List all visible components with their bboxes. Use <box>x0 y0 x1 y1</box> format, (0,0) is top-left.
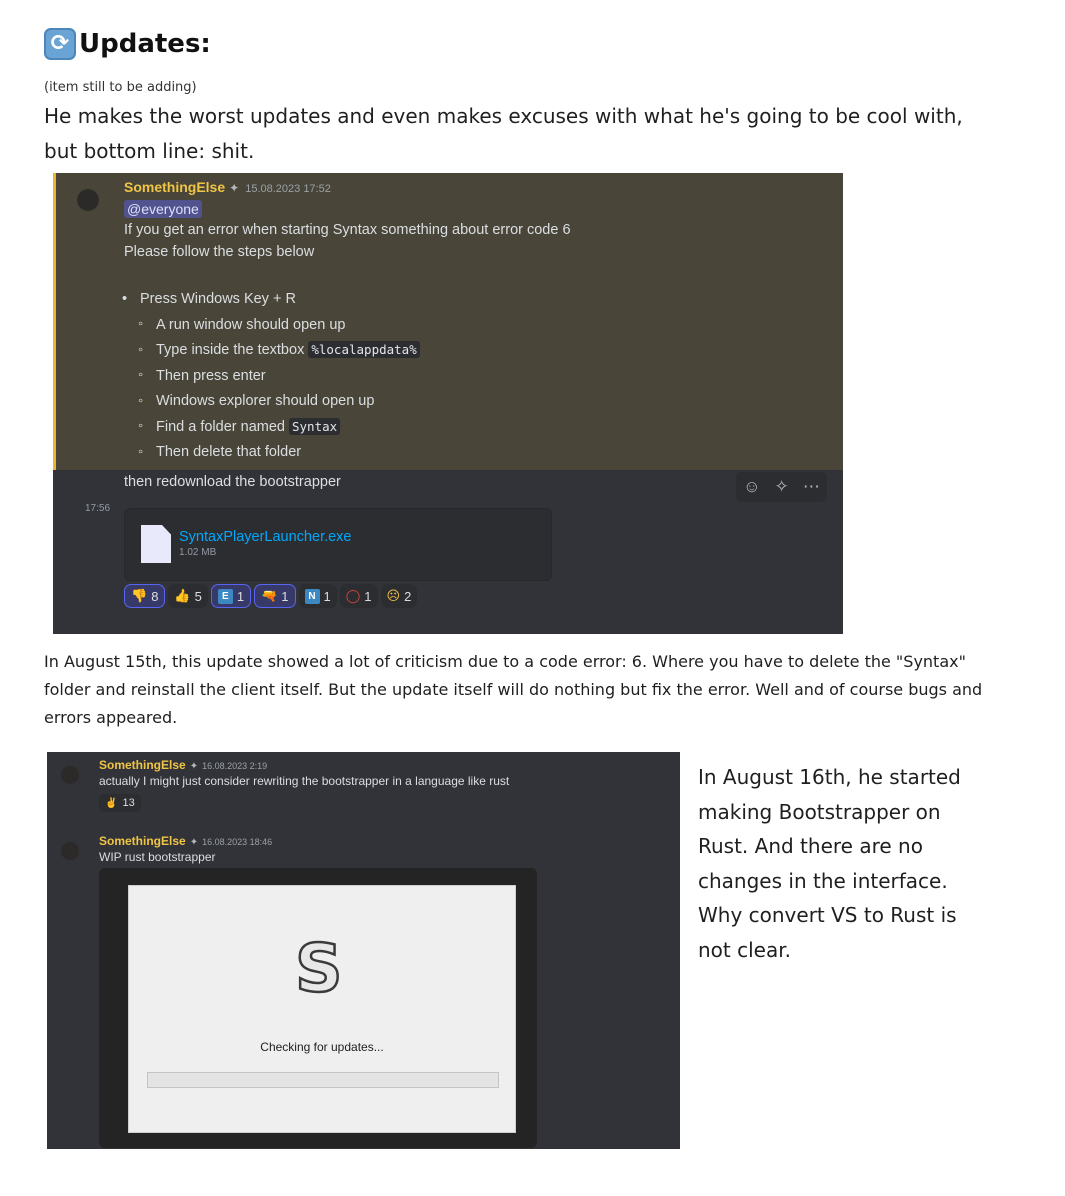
attachment-name[interactable]: SyntaxPlayerLauncher.exe <box>179 529 352 545</box>
more-options-icon[interactable]: ⋯ <box>803 477 820 497</box>
frowning-face-icon: ☹ <box>386 588 401 603</box>
pinching-hand-icon: ✌ <box>105 797 118 809</box>
list-item: Type inside the textbox %localappdata% <box>156 341 420 358</box>
inline-code: Syntax <box>289 418 341 435</box>
role-badge-icon: ✦ <box>229 181 240 195</box>
message-header: SomethingElse ✦ 15.08.2023 17:52 <box>124 179 331 197</box>
message-header: SomethingElse ✦ 16.08.2023 2:19 <box>99 756 267 774</box>
role-badge-icon: ✦ <box>189 761 199 772</box>
reaction-count: 1 <box>364 588 372 604</box>
file-attachment[interactable]: SyntaxPlayerLauncher.exe 1.02 MB <box>124 508 552 581</box>
message-timestamp: 16.08.2023 18:46 <box>202 837 273 847</box>
discord-screenshot-1: SomethingElse ✦ 15.08.2023 17:52 @everyone… <box>53 173 843 634</box>
explanation-paragraph-2: In August 16th, he started making Bootst… <box>698 765 961 962</box>
page-title-text: Updates: <box>79 29 211 59</box>
avatar[interactable] <box>77 189 99 211</box>
list-item: Then delete that folder <box>156 444 302 460</box>
reaction-thumbs-down[interactable]: 👎 8 <box>124 584 166 608</box>
discord-screenshot-2: SomethingElse ✦ 16.08.2023 2:19 actually I… <box>47 752 680 1149</box>
intro-paragraph: He makes the worst updates and even make… <box>44 104 963 163</box>
message-hover-toolbar: ☺ ✧ ⋯ <box>736 472 827 502</box>
status-text: Checking for updates... <box>260 1040 384 1054</box>
message-timestamp: 15.08.2023 17:52 <box>245 183 331 195</box>
sub-bullet: ◦ <box>138 444 144 460</box>
reaction-thumbs-up[interactable]: 👍 5 <box>168 584 208 608</box>
reaction-pistol[interactable]: 🔫 1 <box>254 584 296 608</box>
list-item: Press Windows Key + R <box>140 291 296 307</box>
sub-bullet: ◦ <box>138 342 144 358</box>
reaction-pinch[interactable]: ✌ 13 <box>99 794 141 812</box>
progress-bar <box>147 1072 499 1088</box>
sub-bullet: ◦ <box>138 367 144 383</box>
list-item-text: Type inside the textbox <box>156 342 305 358</box>
syntax-logo: S <box>294 930 344 1007</box>
message-line: Please follow the steps below <box>124 244 315 260</box>
attachment-size: 1.02 MB <box>179 547 217 558</box>
hollow-circle-icon: ◯ <box>345 588 361 603</box>
pistol-icon: 🔫 <box>261 588 278 603</box>
reaction-count: 1 <box>236 588 245 604</box>
reaction-count: 1 <box>281 588 289 604</box>
list-item-text: Find a folder named <box>156 419 285 435</box>
letter-n-icon: N <box>304 588 320 604</box>
reaction-letter-n[interactable]: N1 <box>298 584 337 608</box>
author-name[interactable]: SomethingElse <box>99 758 186 772</box>
reaction-letter-e[interactable]: E1 <box>210 584 252 608</box>
message-line: then redownload the bootstrapper <box>124 474 341 490</box>
message-line: If you get an error when starting Syntax… <box>124 222 571 238</box>
reaction-count: 2 <box>404 588 412 604</box>
reaction-count: 1 <box>323 588 331 604</box>
message-header: SomethingElse ✦ 16.08.2023 18:46 <box>99 832 272 850</box>
letter-e-icon: E <box>217 588 233 604</box>
inline-code: %localappdata% <box>308 341 420 358</box>
reaction-count: 5 <box>194 588 202 604</box>
reaction-frown[interactable]: ☹ 2 <box>380 584 418 608</box>
list-item: A run window should open up <box>156 317 346 333</box>
page-title: ⟳ Updates: <box>44 26 211 62</box>
everyone-mention[interactable]: @everyone <box>124 200 202 218</box>
file-icon <box>141 525 171 563</box>
bootstrapper-window: S Checking for updates... <box>128 885 516 1133</box>
list-item: Windows explorer should open up <box>156 393 375 409</box>
reaction-circle[interactable]: ◯ 1 <box>339 584 378 608</box>
sub-bullet: ◦ <box>138 393 144 409</box>
message-text: actually I might just consider rewriting… <box>99 774 510 788</box>
arrows-counterclockwise-icon: ⟳ <box>44 28 76 60</box>
avatar[interactable] <box>61 842 79 860</box>
author-name[interactable]: SomethingElse <box>124 179 225 195</box>
message-text: WIP rust bootstrapper <box>99 850 216 864</box>
explanation-paragraph-1: In August 15th, this update showed a lot… <box>44 652 983 727</box>
avatar[interactable] <box>61 766 79 784</box>
thumbs-up-icon: 👍 <box>174 588 191 603</box>
reaction-count: 8 <box>151 588 159 604</box>
author-name[interactable]: SomethingElse <box>99 834 186 848</box>
message-side-time: 17:56 <box>85 503 111 514</box>
reaction-count: 13 <box>122 797 135 809</box>
super-reaction-icon[interactable]: ✧ <box>775 477 789 497</box>
page-note: (item still to be adding) <box>44 80 197 95</box>
list-item: Then press enter <box>156 368 266 384</box>
reactions-bar: 👎 8 👍 5 E1 🔫 1 N1 ◯ 1 ☹ 2 <box>124 584 418 608</box>
add-reaction-icon[interactable]: ☺ <box>743 477 760 497</box>
role-badge-icon: ✦ <box>189 837 199 848</box>
sub-bullet: ◦ <box>138 418 144 434</box>
list-bullet: • <box>122 291 128 307</box>
list-item: Find a folder named Syntax <box>156 418 341 435</box>
thumbs-down-icon: 👎 <box>131 588 148 603</box>
message-timestamp: 16.08.2023 2:19 <box>202 761 268 771</box>
sub-bullet: ◦ <box>138 316 144 332</box>
